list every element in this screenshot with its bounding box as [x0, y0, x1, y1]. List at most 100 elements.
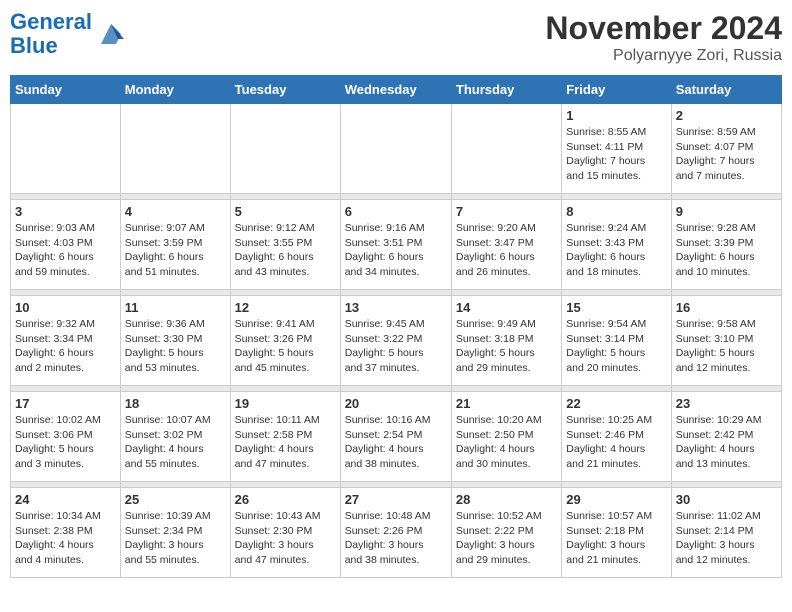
day-number: 7: [456, 204, 557, 219]
day-info: Sunrise: 9:36 AMSunset: 3:30 PMDaylight:…: [125, 317, 226, 376]
location-title: Polyarnyye Zori, Russia: [545, 47, 782, 65]
table-row: 29Sunrise: 10:57 AMSunset: 2:18 PMDaylig…: [562, 488, 671, 578]
header-friday: Friday: [562, 76, 671, 104]
day-info: Sunrise: 10:57 AMSunset: 2:18 PMDaylight…: [566, 509, 666, 568]
table-row: 14 Sunrise: 9:49 AMSunset: 3:18 PMDayligh…: [451, 296, 561, 386]
logo: General Blue: [10, 10, 126, 58]
title-area: November 2024 Polyarnyye Zori, Russia: [545, 10, 782, 65]
table-row: 18 Sunrise: 10:07 AMSunset: 3:02 PMDaylig…: [120, 392, 230, 482]
header-tuesday: Tuesday: [230, 76, 340, 104]
day-number: 25: [125, 492, 226, 507]
day-number: 6: [345, 204, 447, 219]
calendar-week-row: 17Sunrise: 10:02 AMSunset: 3:06 PMDaylig…: [11, 392, 782, 482]
table-row: 20Sunrise: 10:16 AMSunset: 2:54 PMDaylig…: [340, 392, 451, 482]
header-sunday: Sunday: [11, 76, 121, 104]
day-info: Sunrise: 10:16 AMSunset: 2:54 PMDaylight…: [345, 413, 447, 472]
day-number: 15: [566, 300, 666, 315]
calendar-week-row: 3 Sunrise: 9:03 AMSunset: 4:03 PMDaylight…: [11, 200, 782, 290]
day-number: 14: [456, 300, 557, 315]
table-row: [120, 104, 230, 194]
day-info: Sunrise: 9:49 AMSunset: 3:18 PMDaylight:…: [456, 317, 557, 376]
logo-line2: Blue: [10, 33, 58, 58]
day-info: Sunrise: 10:48 AMSunset: 2:26 PMDaylight…: [345, 509, 447, 568]
day-info: Sunrise: 9:32 AMSunset: 3:34 PMDaylight:…: [15, 317, 116, 376]
day-number: 3: [15, 204, 116, 219]
day-info: Sunrise: 10:25 AMSunset: 2:46 PMDaylight…: [566, 413, 666, 472]
day-number: 9: [676, 204, 777, 219]
table-row: 10 Sunrise: 9:32 AMSunset: 3:34 PMDayligh…: [11, 296, 121, 386]
calendar-week-row: 24 Sunrise: 10:34 AMSunset: 2:38 PMDaylig…: [11, 488, 782, 578]
calendar-header-row: Sunday Monday Tuesday Wednesday Thursday…: [11, 76, 782, 104]
table-row: 3 Sunrise: 9:03 AMSunset: 4:03 PMDaylight…: [11, 200, 121, 290]
day-number: 19: [235, 396, 336, 411]
logo-icon: [96, 19, 126, 49]
table-row: 15 Sunrise: 9:54 AMSunset: 3:14 PMDayligh…: [562, 296, 671, 386]
day-info: Sunrise: 9:58 AMSunset: 3:10 PMDaylight:…: [676, 317, 777, 376]
day-info: Sunrise: 10:02 AMSunset: 3:06 PMDaylight…: [15, 413, 116, 472]
day-number: 12: [235, 300, 336, 315]
day-number: 8: [566, 204, 666, 219]
day-number: 4: [125, 204, 226, 219]
table-row: 12 Sunrise: 9:41 AMSunset: 3:26 PMDayligh…: [230, 296, 340, 386]
day-info: Sunrise: 9:12 AMSunset: 3:55 PMDaylight:…: [235, 221, 336, 280]
day-info: Sunrise: 10:39 AMSunset: 2:34 PMDaylight…: [125, 509, 226, 568]
header: General Blue November 2024 Polyarnyye Zo…: [10, 10, 782, 65]
table-row: [11, 104, 121, 194]
table-row: 22 Sunrise: 10:25 AMSunset: 2:46 PMDaylig…: [562, 392, 671, 482]
table-row: 7 Sunrise: 9:20 AMSunset: 3:47 PMDaylight…: [451, 200, 561, 290]
day-info: Sunrise: 9:41 AMSunset: 3:26 PMDaylight:…: [235, 317, 336, 376]
header-thursday: Thursday: [451, 76, 561, 104]
day-info: Sunrise: 11:02 AMSunset: 2:14 PMDaylight…: [676, 509, 777, 568]
day-info: Sunrise: 9:20 AMSunset: 3:47 PMDaylight:…: [456, 221, 557, 280]
day-number: 21: [456, 396, 557, 411]
table-row: 4 Sunrise: 9:07 AMSunset: 3:59 PMDaylight…: [120, 200, 230, 290]
day-number: 1: [566, 108, 666, 123]
day-number: 16: [676, 300, 777, 315]
table-row: 8 Sunrise: 9:24 AMSunset: 3:43 PMDaylight…: [562, 200, 671, 290]
table-row: 28Sunrise: 10:52 AMSunset: 2:22 PMDaylig…: [451, 488, 561, 578]
day-info: Sunrise: 10:43 AMSunset: 2:30 PMDaylight…: [235, 509, 336, 568]
month-title: November 2024: [545, 10, 782, 47]
day-info: Sunrise: 9:28 AMSunset: 3:39 PMDaylight:…: [676, 221, 777, 280]
calendar: Sunday Monday Tuesday Wednesday Thursday…: [10, 75, 782, 578]
day-number: 22: [566, 396, 666, 411]
header-saturday: Saturday: [671, 76, 781, 104]
day-info: Sunrise: 10:20 AMSunset: 2:50 PMDaylight…: [456, 413, 557, 472]
day-info: Sunrise: 10:07 AMSunset: 3:02 PMDaylight…: [125, 413, 226, 472]
day-info: Sunrise: 9:16 AMSunset: 3:51 PMDaylight:…: [345, 221, 447, 280]
day-info: Sunrise: 10:11 AMSunset: 2:58 PMDaylight…: [235, 413, 336, 472]
table-row: 27 Sunrise: 10:48 AMSunset: 2:26 PMDaylig…: [340, 488, 451, 578]
day-number: 5: [235, 204, 336, 219]
table-row: 11 Sunrise: 9:36 AMSunset: 3:30 PMDayligh…: [120, 296, 230, 386]
day-number: 27: [345, 492, 447, 507]
table-row: [451, 104, 561, 194]
table-row: 24 Sunrise: 10:34 AMSunset: 2:38 PMDaylig…: [11, 488, 121, 578]
day-info: Sunrise: 8:55 AMSunset: 4:11 PMDaylight:…: [566, 125, 666, 184]
table-row: 25 Sunrise: 10:39 AMSunset: 2:34 PMDaylig…: [120, 488, 230, 578]
table-row: 13Sunrise: 9:45 AMSunset: 3:22 PMDayligh…: [340, 296, 451, 386]
header-wednesday: Wednesday: [340, 76, 451, 104]
table-row: 23Sunrise: 10:29 AMSunset: 2:42 PMDaylig…: [671, 392, 781, 482]
table-row: 17Sunrise: 10:02 AMSunset: 3:06 PMDaylig…: [11, 392, 121, 482]
day-info: Sunrise: 9:07 AMSunset: 3:59 PMDaylight:…: [125, 221, 226, 280]
day-number: 24: [15, 492, 116, 507]
day-number: 13: [345, 300, 447, 315]
day-number: 10: [15, 300, 116, 315]
day-number: 18: [125, 396, 226, 411]
day-info: Sunrise: 9:54 AMSunset: 3:14 PMDaylight:…: [566, 317, 666, 376]
day-info: Sunrise: 9:24 AMSunset: 3:43 PMDaylight:…: [566, 221, 666, 280]
table-row: [230, 104, 340, 194]
day-info: Sunrise: 8:59 AMSunset: 4:07 PMDaylight:…: [676, 125, 777, 184]
day-number: 28: [456, 492, 557, 507]
calendar-week-row: 10 Sunrise: 9:32 AMSunset: 3:34 PMDayligh…: [11, 296, 782, 386]
table-row: [340, 104, 451, 194]
day-info: Sunrise: 10:34 AMSunset: 2:38 PMDaylight…: [15, 509, 116, 568]
table-row: 16 Sunrise: 9:58 AMSunset: 3:10 PMDayligh…: [671, 296, 781, 386]
calendar-week-row: 1 Sunrise: 8:55 AMSunset: 4:11 PMDaylight…: [11, 104, 782, 194]
table-row: 9 Sunrise: 9:28 AMSunset: 3:39 PMDaylight…: [671, 200, 781, 290]
day-info: Sunrise: 9:03 AMSunset: 4:03 PMDaylight:…: [15, 221, 116, 280]
day-number: 11: [125, 300, 226, 315]
table-row: 1 Sunrise: 8:55 AMSunset: 4:11 PMDaylight…: [562, 104, 671, 194]
day-number: 2: [676, 108, 777, 123]
table-row: 21 Sunrise: 10:20 AMSunset: 2:50 PMDaylig…: [451, 392, 561, 482]
